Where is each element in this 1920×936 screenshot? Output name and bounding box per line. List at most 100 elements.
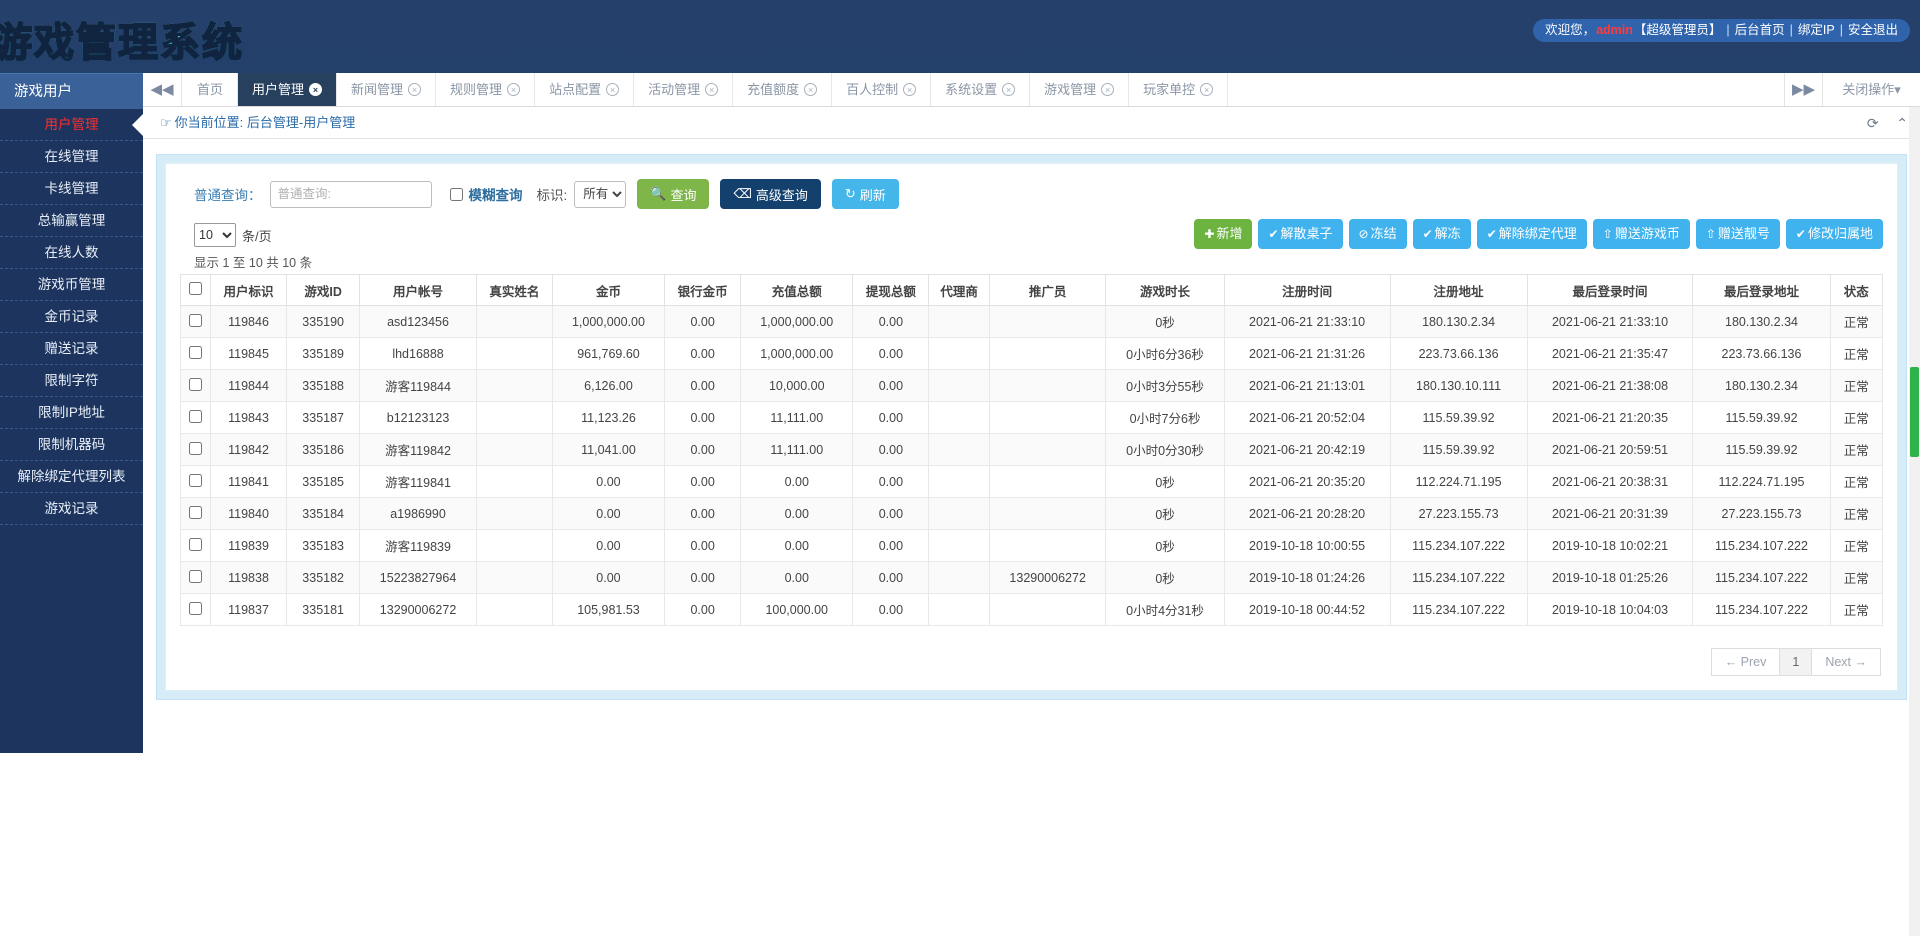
advanced-query-button[interactable]: ⌫ 高级查询	[720, 179, 821, 209]
tab-4[interactable]: 站点配置 ×	[535, 73, 635, 106]
tab-9[interactable]: 游戏管理 ×	[1030, 73, 1130, 106]
collapse-icon[interactable]: ⌃	[1896, 115, 1908, 131]
tab-8[interactable]: 系统设置 ×	[931, 73, 1031, 106]
table-row[interactable]: 119846 335190 asd123456 1,000,000.00 0.00 1,0…	[180, 305, 1884, 338]
tab-close-icon[interactable]: ×	[705, 83, 719, 96]
row-checkbox[interactable]	[189, 313, 202, 327]
tab-close-icon[interactable]: ×	[507, 83, 521, 96]
tab-close-icon[interactable]: ×	[1002, 83, 1016, 96]
link-bind-ip[interactable]: 绑定IP	[1798, 23, 1835, 37]
refresh-icon[interactable]: ⟳	[1867, 115, 1879, 131]
tab-7[interactable]: 百人控制 ×	[832, 73, 932, 106]
row-checkbox[interactable]	[189, 409, 202, 423]
action-button-5[interactable]: ⇧ 赠送游戏币	[1592, 219, 1690, 249]
table-row[interactable]: 119844 335188 游客119844 6,126.00 0.00 10,000.0…	[180, 369, 1884, 402]
sidebar-item-2[interactable]: 卡线管理	[0, 173, 143, 205]
tab-close-icon[interactable]: ×	[606, 83, 620, 96]
cell-value: 0.00	[596, 538, 621, 553]
table-row[interactable]: 119842 335186 游客119842 11,041.00 0.00 11,111.…	[180, 433, 1884, 466]
cell-bankcoin: 0.00	[664, 305, 742, 338]
sidebar-item-5[interactable]: 游戏币管理	[0, 269, 143, 301]
tab-close-icon[interactable]: ×	[1101, 83, 1115, 96]
cell-lastlogin: 2021-06-21 21:20:35	[1526, 401, 1694, 434]
tab-scroll-right-icon[interactable]: ▶▶	[1784, 73, 1823, 106]
tab-scroll-left-icon[interactable]: ◀◀	[143, 73, 182, 106]
sidebar-item-1[interactable]: 在线管理	[0, 141, 143, 173]
sidebar-item-0[interactable]: 用户管理	[0, 109, 144, 141]
tab-3[interactable]: 规则管理 ×	[436, 73, 536, 106]
pagination-next[interactable]: Next →	[1811, 648, 1881, 676]
table-row[interactable]: 119838 335182 15223827964 0.00 0.00 0.00 0.00 1…	[180, 561, 1884, 594]
cell-lastip: 112.224.71.195	[1692, 465, 1831, 498]
row-checkbox[interactable]	[189, 441, 202, 455]
pagination-prev[interactable]: ← Prev	[1710, 648, 1781, 676]
tab-6[interactable]: 充值额度 ×	[733, 73, 833, 106]
sidebar-item-11[interactable]: 解除绑定代理列表	[0, 461, 143, 493]
tab-close-icon[interactable]: ×	[903, 83, 917, 96]
action-button-3[interactable]: ✔ 解冻	[1412, 219, 1471, 249]
tab-5[interactable]: 活动管理 ×	[634, 73, 734, 106]
link-logout[interactable]: 安全退出	[1848, 23, 1898, 37]
cell-playtime: 0秒	[1105, 305, 1225, 338]
table-row[interactable]: 119841 335185 游客119841 0.00 0.00 0.00 0.00 0秒 20…	[180, 465, 1884, 498]
cell-bankcoin: 0.00	[664, 465, 742, 498]
row-checkbox[interactable]	[189, 377, 202, 391]
tab-10[interactable]: 玩家单控 ×	[1129, 73, 1229, 106]
action-button-0[interactable]: ✚ 新增	[1194, 219, 1253, 249]
column-header-label: 注册时间	[1282, 284, 1333, 299]
table-row[interactable]: 119837 335181 13290006272 105,981.53 0.00 100…	[180, 593, 1884, 626]
action-button-4[interactable]: ✔ 解除绑定代理	[1476, 219, 1587, 249]
sidebar-item-3[interactable]: 总输赢管理	[0, 205, 143, 237]
sidebar-item-9[interactable]: 限制IP地址	[0, 397, 143, 429]
cell-coin: 11,041.00	[551, 433, 666, 466]
fuzzy-search-toggle[interactable]: 模糊查询	[449, 184, 523, 204]
flag-select[interactable]: 所有	[574, 180, 627, 208]
row-checkbox[interactable]	[189, 345, 202, 359]
row-checkbox[interactable]	[189, 537, 202, 551]
row-checkbox[interactable]	[189, 505, 202, 519]
sidebar-item-4[interactable]: 在线人数	[0, 237, 143, 269]
action-button-1[interactable]: ✔ 解散桌子	[1258, 219, 1343, 249]
tab-close-icon[interactable]: ×	[804, 83, 818, 96]
tab-close-icon[interactable]: ×	[309, 83, 323, 96]
cell-withdraw: 0.00	[852, 529, 930, 562]
cell-value: 游客119841	[385, 476, 451, 490]
cell-value: a1986990	[390, 506, 446, 521]
cell-value: 正常	[1843, 508, 1869, 522]
refresh-button[interactable]: ↻ 刷新	[831, 179, 899, 209]
sidebar-item-7[interactable]: 赠送记录	[0, 333, 143, 365]
table-row[interactable]: 119845 335189 lhd16888 961,769.60 0.00 1,000,…	[180, 337, 1884, 370]
sidebar-item-10[interactable]: 限制机器码	[0, 429, 143, 461]
link-backend-home[interactable]: 后台首页	[1735, 23, 1785, 37]
search-input[interactable]	[269, 180, 432, 208]
sidebar-item-12[interactable]: 游戏记录	[0, 493, 143, 525]
action-button-6[interactable]: ⇧ 赠送靓号	[1695, 219, 1780, 249]
tab-1[interactable]: 用户管理 ×	[238, 73, 338, 106]
sidebar-item-8[interactable]: 限制字符	[0, 365, 143, 397]
tab-close-icon[interactable]: ×	[1200, 83, 1214, 96]
table-row[interactable]: 119839 335183 游客119839 0.00 0.00 0.00 0.00 0秒 20…	[180, 529, 1884, 562]
table-row[interactable]: 119840 335184 a1986990 0.00 0.00 0.00 0.00 0秒 20…	[180, 497, 1884, 530]
fuzzy-search-checkbox[interactable]	[449, 187, 463, 201]
table-row[interactable]: 119843 335187 b12123123 11,123.26 0.00 11,111…	[180, 401, 1884, 434]
tab-close-icon[interactable]: ×	[408, 83, 422, 96]
tab-0[interactable]: 首页	[183, 73, 239, 106]
action-button-2[interactable]: ⊘ 冻结	[1348, 219, 1407, 249]
scrollbar-thumb[interactable]	[1910, 367, 1919, 457]
close-operations-menu[interactable]: 关闭操作▾	[1823, 73, 1920, 106]
cell-value: 10,000.00	[768, 378, 825, 393]
select-all-checkbox[interactable]	[189, 282, 202, 295]
query-button[interactable]: 🔍 查询	[637, 179, 710, 209]
pagination-page-1[interactable]: 1	[1779, 648, 1813, 676]
sidebar-item-6[interactable]: 金币记录	[0, 301, 143, 333]
row-checkbox[interactable]	[189, 601, 202, 615]
tab-2[interactable]: 新闻管理 ×	[337, 73, 437, 106]
chevron-down-icon: ▾	[1894, 82, 1901, 97]
cell-lastlogin: 2019-10-18 10:04:03	[1526, 593, 1694, 626]
page-size-select[interactable]: 102550100	[194, 223, 236, 247]
row-checkbox[interactable]	[189, 473, 202, 487]
cell-playtime: 0秒	[1105, 561, 1225, 594]
page-scrollbar[interactable]	[1909, 107, 1920, 936]
action-button-7[interactable]: ✔ 修改归属地	[1785, 219, 1883, 249]
row-checkbox[interactable]	[189, 569, 202, 583]
